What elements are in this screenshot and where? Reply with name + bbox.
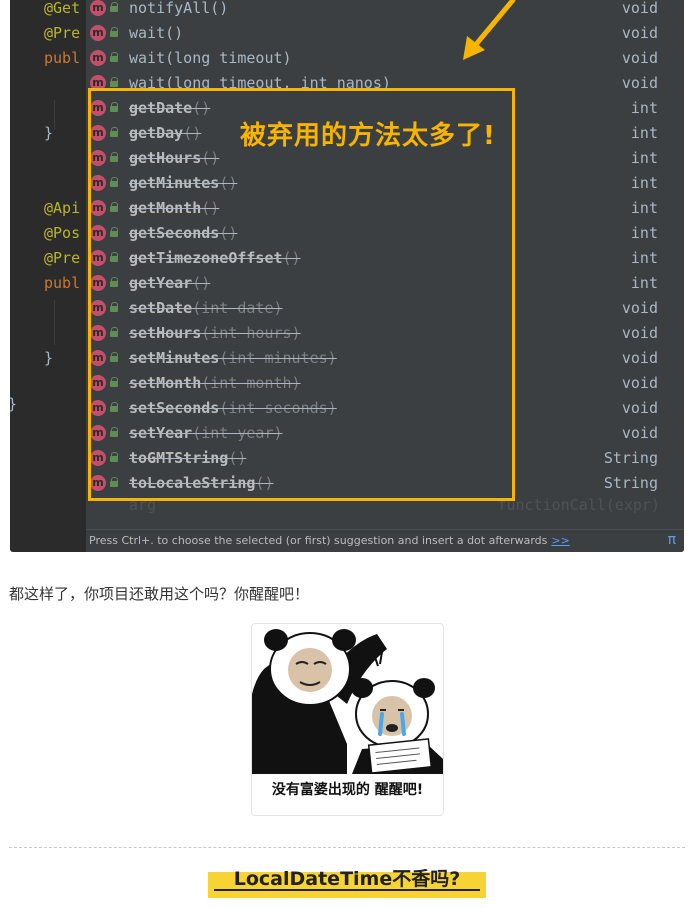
completion-item[interactable]: m notifyAll() void — [86, 0, 658, 21]
return-type: int — [630, 174, 658, 192]
outer-closing-brace: } — [10, 395, 17, 413]
code-line: @Api — [44, 199, 81, 217]
return-type: int — [630, 274, 658, 292]
code-line: @Get — [44, 0, 81, 17]
public-access-icon — [110, 77, 118, 87]
section-heading: LocalDateTime不香吗? — [233, 868, 461, 890]
return-type: void — [621, 24, 658, 42]
return-type: String — [603, 474, 658, 492]
code-line: publ — [44, 274, 81, 292]
return-type: void — [621, 374, 658, 392]
code-line: } — [44, 124, 54, 142]
pi-icon[interactable]: π — [668, 532, 676, 548]
return-type: void — [621, 324, 658, 342]
meme-caption: 没有富婆出现的 醒醒吧! — [271, 782, 424, 798]
completion-signature: wait(long timeout) — [129, 46, 292, 71]
completion-hint-text: Press Ctrl+. to choose the selected (or … — [89, 534, 548, 547]
method-name: wait — [129, 49, 166, 67]
code-line: @Pos — [44, 224, 81, 242]
return-type: int — [630, 224, 658, 242]
completion-signature: notifyAll() — [129, 0, 228, 21]
return-type: int — [630, 124, 658, 142]
completion-item[interactable]: m wait(long timeout) void — [86, 46, 658, 71]
method-icon: m — [90, 25, 106, 41]
completion-item[interactable]: m wait() void — [86, 21, 658, 46]
more-link[interactable]: >> — [551, 534, 569, 547]
code-line: publ — [44, 49, 81, 67]
return-type: void — [621, 399, 658, 417]
completion-signature: wait() — [129, 21, 183, 46]
annotation-callout: 被弃用的方法太多了! — [240, 121, 496, 151]
method-args: () — [165, 24, 184, 42]
return-type: void — [621, 299, 658, 317]
code-line: @Pre — [44, 249, 81, 267]
method-icon: m — [90, 50, 106, 66]
return-type: void — [621, 0, 658, 17]
return-type: int — [630, 249, 658, 267]
return-type: int — [630, 149, 658, 167]
panda-meme-illustration — [252, 629, 443, 774]
code-line: @Pre — [44, 24, 81, 42]
method-name: notifyAll — [129, 0, 211, 17]
completion-hint: Press Ctrl+. to choose the selected (or … — [89, 534, 570, 547]
method-args: (long timeout) — [165, 49, 292, 67]
method-args: () — [210, 0, 229, 17]
return-type: void — [621, 349, 658, 367]
public-access-icon — [110, 52, 118, 62]
return-type: void — [621, 74, 658, 92]
public-access-icon — [110, 27, 118, 37]
completion-footer: Press Ctrl+. to choose the selected (or … — [86, 529, 684, 552]
method-name: wait — [129, 24, 166, 42]
faded-completion-type: functionCall(expr) — [497, 496, 660, 514]
return-type: int — [630, 199, 658, 217]
return-type: void — [621, 424, 658, 442]
return-type: int — [630, 99, 658, 117]
panda-meme-image: 没有富婆出现的 醒醒吧! — [251, 623, 444, 816]
indent-guide — [54, 300, 55, 345]
public-access-icon — [110, 2, 118, 12]
section-divider — [9, 847, 685, 848]
indent-guide — [54, 100, 55, 130]
article-paragraph: 都这样了，你项目还敢用这个吗？你醒醒吧！ — [9, 585, 310, 603]
return-type: String — [603, 449, 658, 467]
code-line: } — [44, 349, 54, 367]
return-type: void — [621, 49, 658, 67]
method-icon: m — [90, 0, 106, 16]
arrow-icon — [463, 0, 516, 60]
